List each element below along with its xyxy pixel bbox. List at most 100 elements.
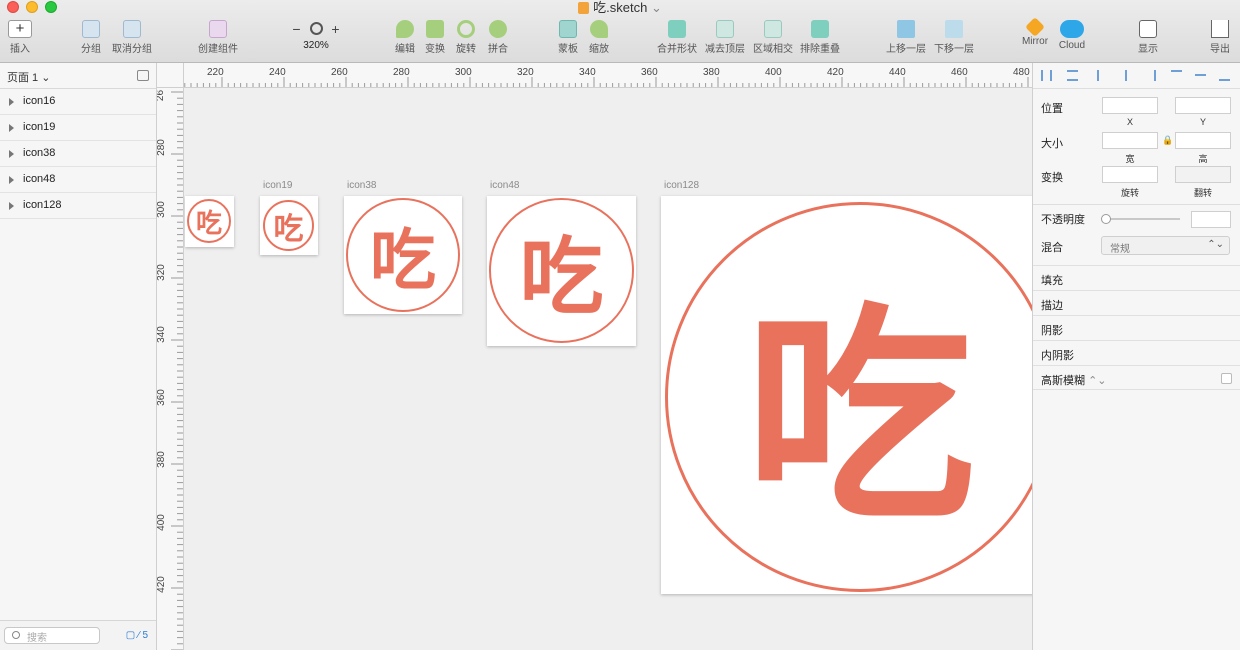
artboard-icon16[interactable]: 吃 [185,196,234,247]
flatten-button[interactable]: 拼合 [484,16,512,55]
window-title: 吃.sketch ⌄ [0,0,1240,15]
export-button[interactable]: 导出 [1207,20,1233,55]
chi-icon: 吃 [489,198,634,343]
mirror-button[interactable]: Mirror [1019,17,1051,47]
cloud-button[interactable]: Cloud [1056,20,1088,51]
artboard-icon38[interactable]: 吃 [344,196,462,314]
scale-button[interactable]: 缩放 [586,20,612,55]
vertical-ruler[interactable]: 26 280 300 320 340 360 380 400 420 [157,88,184,650]
artboard-label[interactable]: icon38 [347,180,376,191]
slider-knob[interactable] [1101,214,1111,224]
artboard-icon48[interactable]: 吃 [487,196,636,346]
flip-buttons[interactable] [1175,166,1231,183]
width-field[interactable] [1102,132,1158,149]
horizontal-ruler[interactable]: 220 240 260 280 300 320 340 360 380 400 … [157,63,1032,88]
view-icon [1139,20,1157,38]
create-symbol-button[interactable]: 创建组件 [196,20,240,55]
align-bottom-icon[interactable] [1219,70,1230,81]
layer-row[interactable]: icon128 [0,193,156,219]
group-button[interactable]: 分组 [78,20,104,55]
subtract-button[interactable]: 减去顶层 [704,20,746,55]
zoom-control: − + 320% [286,20,346,51]
scale-icon [590,20,608,38]
page-menu-icon[interactable] [137,70,149,81]
layer-row[interactable]: icon48 [0,167,156,193]
share-icon [1211,20,1229,38]
zoom-in-button[interactable]: + [331,21,339,37]
transform-icon [426,20,444,38]
cloud-icon [1060,20,1084,38]
export-count-badge[interactable]: ▢ ∕ 5 [126,630,148,641]
magnifier-icon [309,22,323,35]
distribute-vertical-icon[interactable] [1067,70,1078,81]
canvas[interactable]: 吃 icon19 吃 icon38 吃 icon48 吃 icon128 吃 [184,88,1032,650]
layer-list-footer: 搜索 ▢ ∕ 5 [0,620,156,650]
insert-button[interactable]: + 插入 [5,20,35,55]
disclosure-triangle-icon[interactable] [9,202,14,210]
subtract-icon [716,20,734,38]
opacity-slider[interactable] [1101,214,1180,224]
align-right-icon[interactable] [1145,70,1156,81]
ungroup-button[interactable]: 取消分组 [110,20,154,55]
layer-row[interactable]: icon19 [0,115,156,141]
chi-icon: 吃 [665,202,1032,592]
artboard-icon19[interactable]: 吃 [260,196,318,255]
union-button[interactable]: 合并形状 [656,20,698,55]
ruler-corner [157,63,184,88]
search-icon [12,631,20,639]
disclosure-triangle-icon[interactable] [9,98,14,106]
artboard-label[interactable]: icon48 [490,180,519,191]
y-field[interactable] [1175,97,1231,114]
page-selector[interactable]: 页面 1 ⌄ [0,63,156,89]
disclosure-triangle-icon[interactable] [9,124,14,132]
position-label: 位置 [1041,103,1063,115]
disclosure-triangle-icon[interactable] [9,176,14,184]
view-button[interactable]: 显示 [1131,20,1165,55]
transform-button[interactable]: 变换 [422,20,448,55]
difference-button[interactable]: 排除重叠 [799,20,841,55]
align-middle-icon[interactable] [1195,70,1206,76]
flatten-icon [485,16,511,42]
disclosure-triangle-icon[interactable] [9,150,14,158]
inner-shadows-section[interactable]: 内阴影 [1033,340,1240,365]
distribute-horizontal-icon[interactable] [1041,70,1052,81]
send-backward-button[interactable]: 下移一层 [933,20,975,55]
lock-icon[interactable]: 🔒 [1162,135,1173,146]
blur-checkbox[interactable] [1221,373,1232,384]
bring-forward-button[interactable]: 上移一层 [885,20,927,55]
artboard-icon128[interactable]: 吃 [661,196,1032,594]
artboard-label[interactable]: icon128 [664,180,699,191]
mask-icon [559,20,577,38]
opacity-field[interactable] [1191,211,1231,228]
edit-icon [396,20,414,38]
layer-list-panel: 页面 1 ⌄ icon16 icon19 icon38 icon48 icon1… [0,63,157,650]
fills-section[interactable]: 填充 [1033,265,1240,290]
mask-button[interactable]: 蒙板 [555,20,581,55]
rotate-button[interactable]: 旋转 [453,20,479,55]
layer-search-input[interactable]: 搜索 [4,627,100,644]
height-field[interactable] [1175,132,1231,149]
artboard-label[interactable]: icon19 [263,180,292,191]
intersect-icon [764,20,782,38]
edit-button[interactable]: 编辑 [392,20,418,55]
blend-mode-select[interactable]: 常规 ⌃⌄ [1101,236,1230,255]
arrow-up-icon [897,20,915,38]
chi-icon: 吃 [263,200,314,251]
borders-section[interactable]: 描边 [1033,290,1240,315]
rotate-icon [457,20,475,38]
zoom-out-button[interactable]: − [292,21,300,37]
rotation-field[interactable] [1102,166,1158,183]
shadows-section[interactable]: 阴影 [1033,315,1240,340]
inspector-panel: 位置 X Y 大小 🔒 宽 高 变换 旋转 翻转 不透明度 混合 填充 描边 阴… [1032,63,1240,650]
align-top-icon[interactable] [1171,70,1182,81]
chi-icon: 吃 [187,199,231,243]
x-field[interactable] [1102,97,1158,114]
intersect-button[interactable]: 区域相交 [752,20,794,55]
blur-section[interactable]: 高斯模糊 ⌃⌄ [1033,365,1240,390]
align-left-icon[interactable] [1097,70,1108,81]
layer-row[interactable]: icon38 [0,141,156,167]
align-center-icon[interactable] [1121,70,1127,81]
ungroup-icon [123,20,141,38]
layer-row[interactable]: icon16 [0,89,156,115]
plus-icon: + [8,20,32,38]
